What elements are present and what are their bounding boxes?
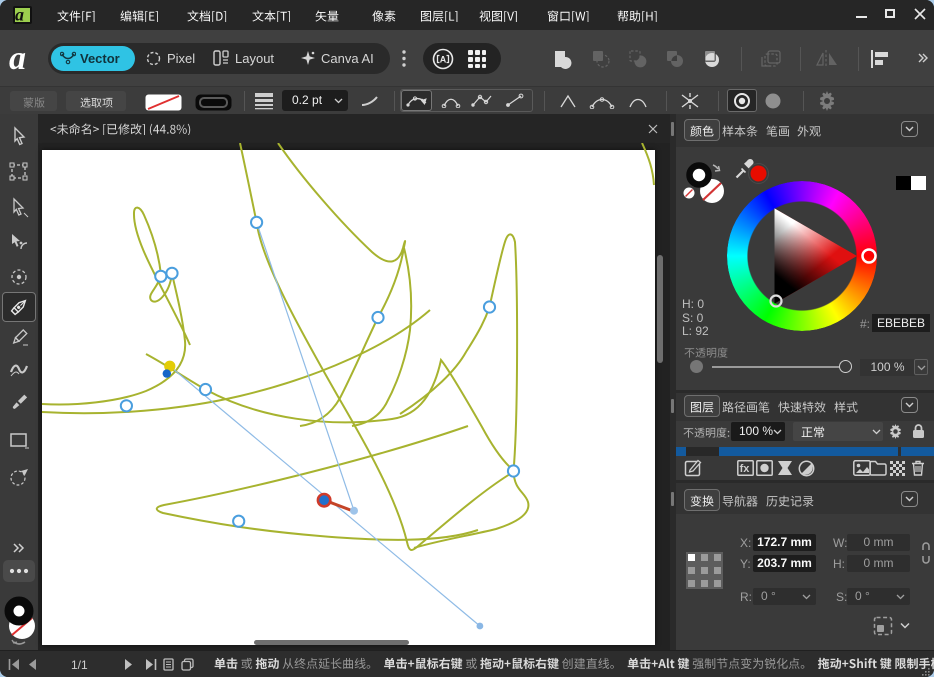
svg-text:A: A	[440, 55, 447, 65]
svg-text:a: a	[15, 6, 24, 24]
svg-text:a: a	[9, 42, 26, 74]
svg-text:fx: fx	[740, 463, 751, 475]
